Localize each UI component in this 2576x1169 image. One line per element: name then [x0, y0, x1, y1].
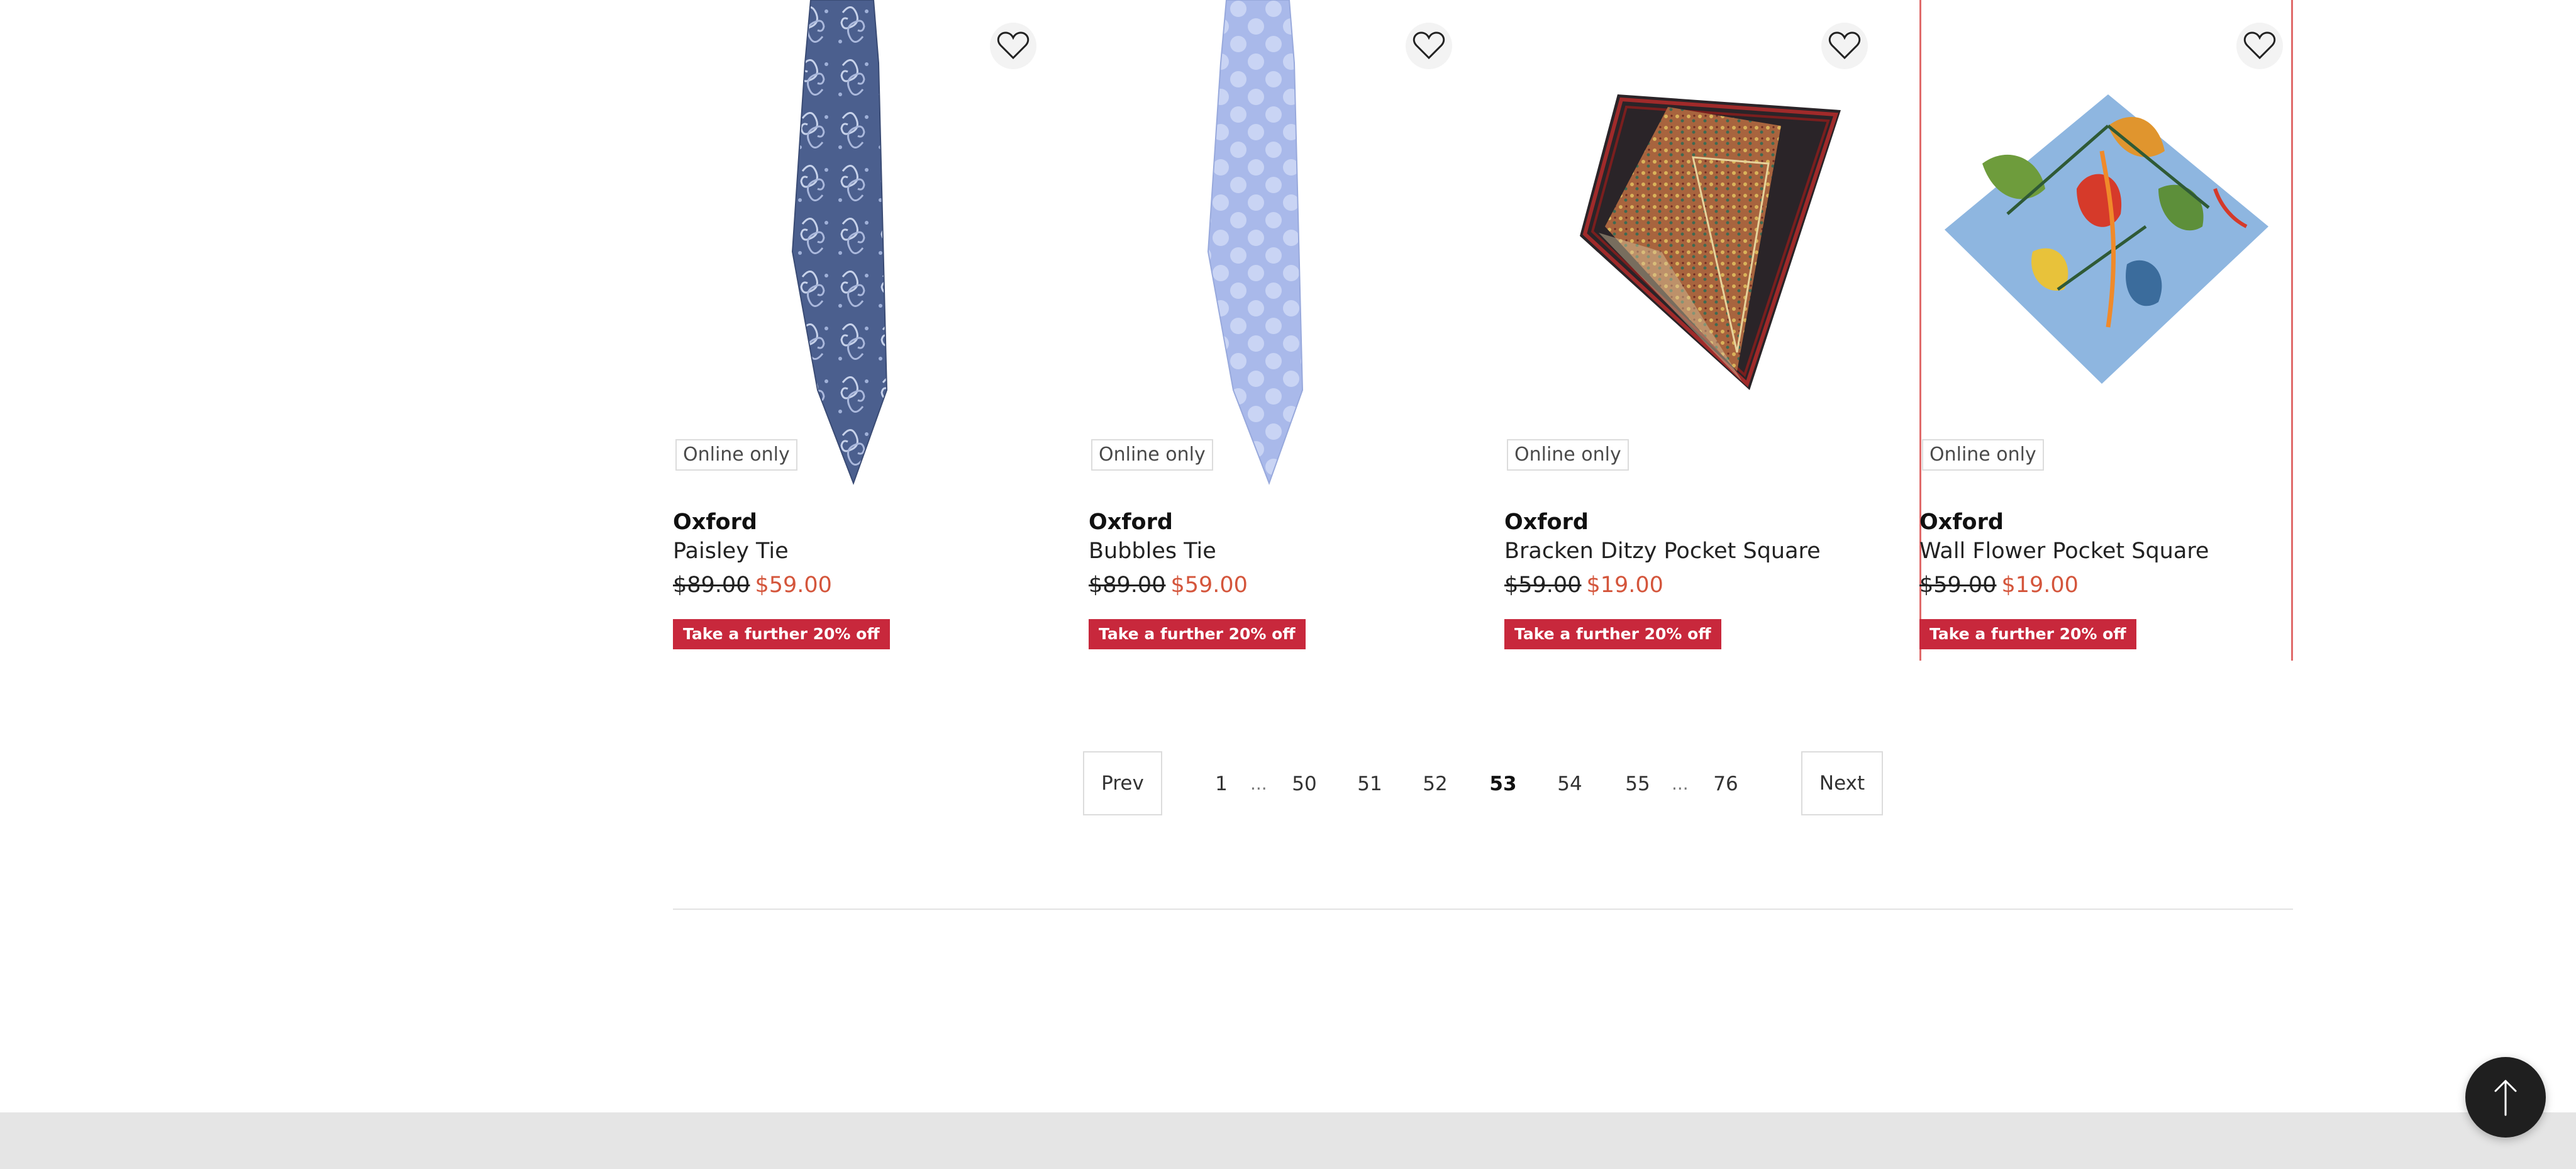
product-brand[interactable]: Oxford: [673, 510, 757, 535]
was-price: $89.00: [673, 573, 750, 598]
online-only-badge: Online only: [675, 439, 797, 471]
product-price: $59.00 $19.00: [1919, 573, 2079, 598]
wishlist-button[interactable]: [1821, 23, 1868, 69]
product-card[interactable]: Online only Oxford Bracken Ditzy Pocket …: [1504, 0, 1878, 661]
product-brand[interactable]: Oxford: [1089, 510, 1173, 535]
pagination-ellipsis: ...: [1250, 773, 1267, 794]
product-image[interactable]: [1504, 0, 1878, 491]
was-price: $59.00: [1919, 573, 1997, 598]
product-image[interactable]: [673, 0, 1046, 491]
sale-price: $59.00: [755, 573, 832, 598]
section-divider: [673, 909, 2293, 910]
product-image[interactable]: [1089, 0, 1462, 491]
promo-badge[interactable]: Take a further 20% off: [1504, 619, 1721, 649]
pagination: Prev 1 ... 50 51 52 53 54 55 ... 76 Next: [1083, 751, 1884, 817]
online-only-badge: Online only: [1922, 439, 2044, 471]
online-only-badge: Online only: [1507, 439, 1629, 471]
back-to-top-button[interactable]: [2465, 1057, 2546, 1138]
paisley-tie-image: [791, 0, 888, 485]
heart-icon: [2243, 31, 2276, 60]
product-grid: Online only Oxford Paisley Tie $89.00 $59…: [673, 0, 2293, 661]
floral-pocket-square-image: [1945, 94, 2268, 384]
product-card-selected[interactable]: Online only Oxford Wall Flower Pocket Sq…: [1919, 0, 2293, 661]
footer-band: [0, 1112, 2576, 1169]
page-link-52[interactable]: 52: [1416, 768, 1454, 800]
promo-badge[interactable]: Take a further 20% off: [673, 619, 890, 649]
product-image[interactable]: [1919, 0, 2293, 491]
promo-badge[interactable]: Take a further 20% off: [1089, 619, 1306, 649]
product-title[interactable]: Paisley Tie: [673, 539, 789, 564]
next-button[interactable]: Next: [1801, 751, 1883, 815]
prev-button[interactable]: Prev: [1083, 751, 1162, 815]
pocket-square-image: [1580, 94, 1841, 390]
sale-price: $19.00: [2001, 573, 2079, 598]
wishlist-button[interactable]: [2236, 23, 2283, 69]
bubbles-tie-image: [1207, 0, 1304, 485]
arrow-up-icon: [2494, 1080, 2517, 1116]
promo-badge[interactable]: Take a further 20% off: [1919, 619, 2136, 649]
page-link-51[interactable]: 51: [1352, 768, 1387, 800]
online-only-badge: Online only: [1091, 439, 1213, 471]
product-title[interactable]: Bubbles Tie: [1089, 539, 1216, 564]
sale-price: $19.00: [1586, 573, 1663, 598]
product-card[interactable]: Online only Oxford Bubbles Tie $89.00 $59…: [1089, 0, 1462, 661]
product-title[interactable]: Bracken Ditzy Pocket Square: [1504, 539, 1821, 564]
page-link-76[interactable]: 76: [1707, 768, 1745, 800]
sale-price: $59.00: [1170, 573, 1248, 598]
pagination-ellipsis: ...: [1672, 773, 1689, 794]
product-price: $59.00 $19.00: [1504, 573, 1663, 598]
product-title[interactable]: Wall Flower Pocket Square: [1919, 539, 2209, 564]
page-link-54[interactable]: 54: [1551, 768, 1589, 800]
heart-icon: [1413, 31, 1445, 60]
product-price: $89.00 $59.00: [1089, 573, 1248, 598]
product-brand[interactable]: Oxford: [1919, 510, 2004, 535]
product-brand[interactable]: Oxford: [1504, 510, 1589, 535]
heart-icon: [997, 31, 1030, 60]
page-link-1[interactable]: 1: [1209, 768, 1234, 800]
was-price: $59.00: [1504, 573, 1582, 598]
wishlist-button[interactable]: [990, 23, 1036, 69]
wishlist-button[interactable]: [1406, 23, 1452, 69]
page-link-55[interactable]: 55: [1619, 768, 1657, 800]
page-link-50[interactable]: 50: [1285, 768, 1323, 800]
page-link-current-53[interactable]: 53: [1483, 768, 1523, 800]
heart-icon: [1828, 31, 1861, 60]
product-price: $89.00 $59.00: [673, 573, 832, 598]
product-card[interactable]: Online only Oxford Paisley Tie $89.00 $59…: [673, 0, 1046, 661]
was-price: $89.00: [1089, 573, 1166, 598]
